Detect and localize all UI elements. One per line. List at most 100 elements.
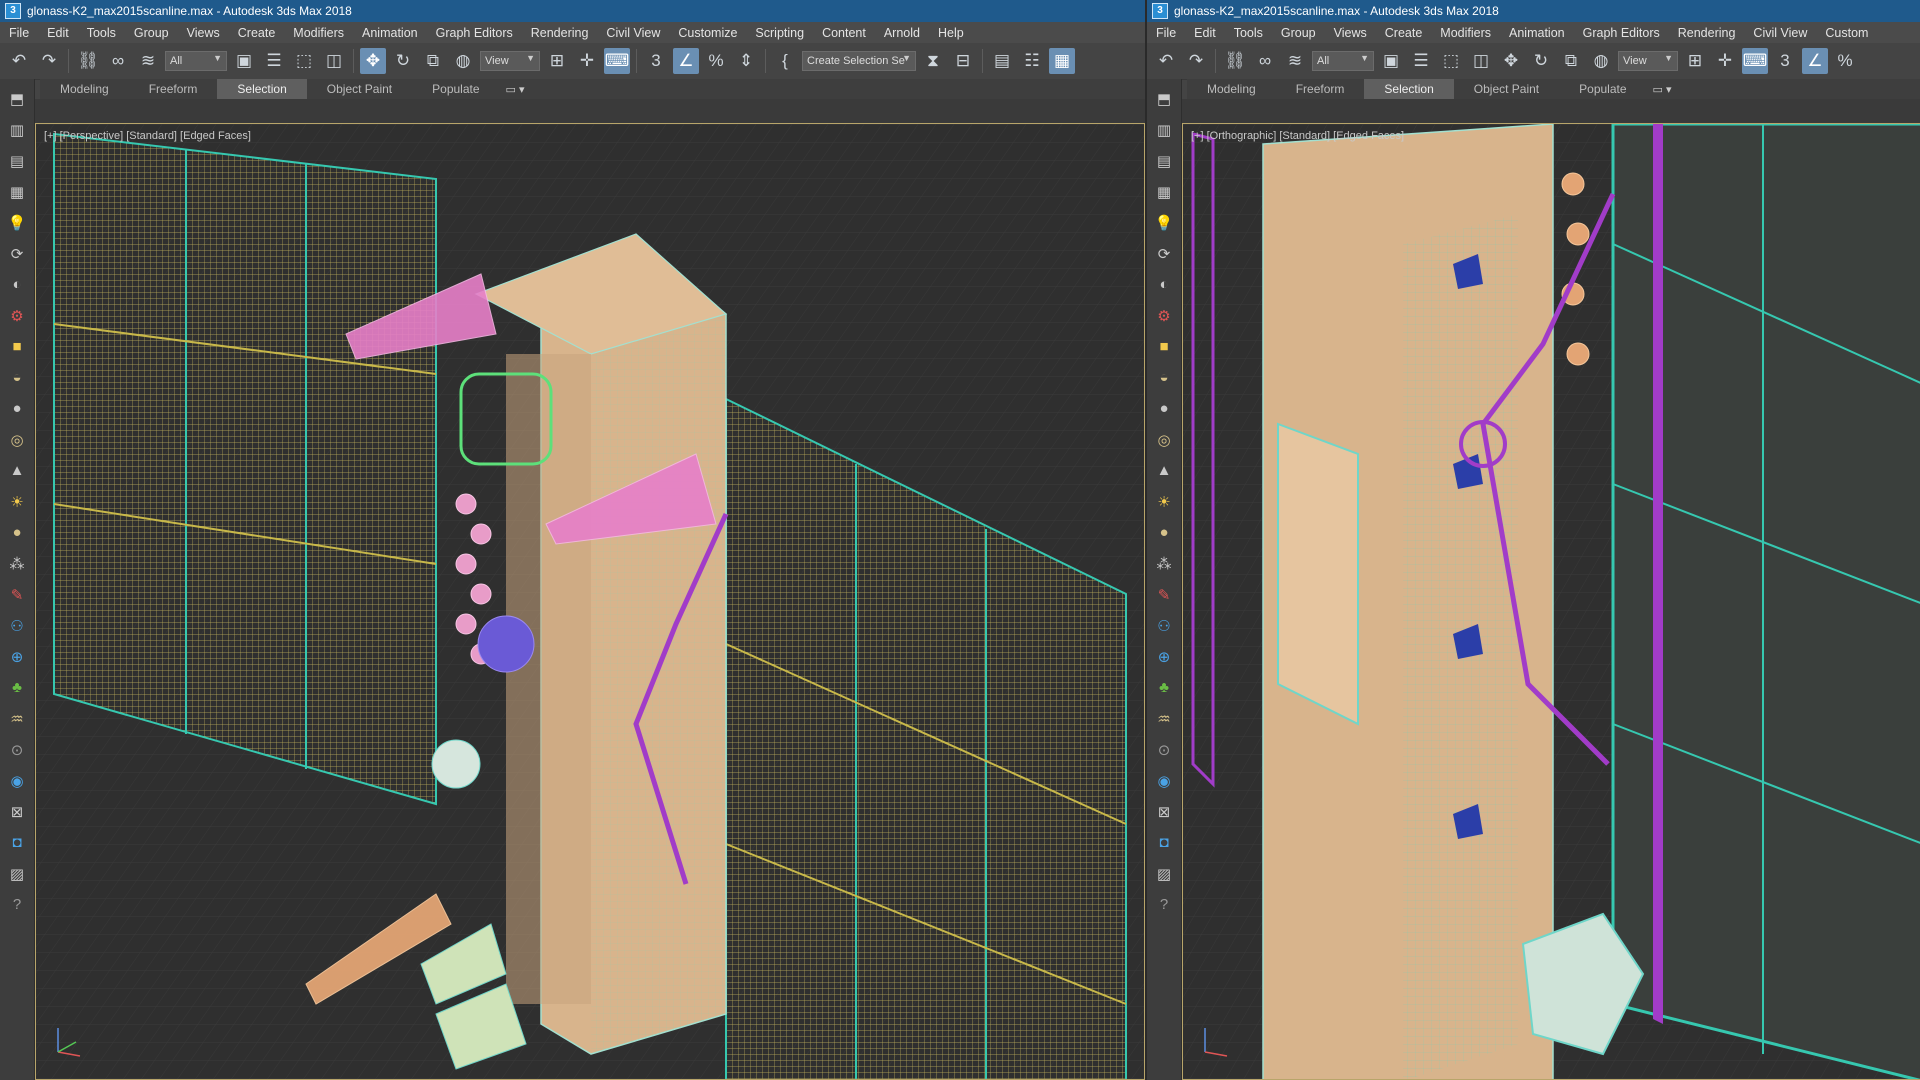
- light-icon[interactable]: 💡: [1152, 209, 1176, 236]
- viewport-label[interactable]: [+] [Perspective] [Standard] [Edged Face…: [44, 130, 251, 142]
- particle-icon[interactable]: ⁂: [1152, 550, 1176, 577]
- menu-rendering[interactable]: Rendering: [1669, 26, 1745, 40]
- camera-pan-icon[interactable]: ⚙: [1152, 302, 1176, 329]
- scale-icon[interactable]: ⧉: [420, 48, 446, 74]
- select-object-icon[interactable]: ▣: [1378, 48, 1404, 74]
- foliage-icon[interactable]: ♣: [1152, 674, 1176, 701]
- menu-civil-view[interactable]: Civil View: [597, 26, 669, 40]
- sphere-icon[interactable]: ◒: [1152, 364, 1176, 391]
- viewport-label[interactable]: [+] [Orthographic] [Standard] [Edged Fac…: [1191, 130, 1404, 142]
- menu-graph-editors[interactable]: Graph Editors: [1574, 26, 1669, 40]
- unlink-icon[interactable]: ∞: [105, 48, 131, 74]
- undo-icon[interactable]: ↶: [1153, 48, 1179, 74]
- camera-dolly-icon[interactable]: ◐: [1152, 271, 1176, 298]
- reference-coordinate-dropdown[interactable]: View ▼: [1618, 51, 1678, 71]
- redo-icon[interactable]: ↷: [36, 48, 62, 74]
- geosphere-icon[interactable]: ●: [5, 519, 29, 546]
- use-pivot-icon[interactable]: ⊞: [1682, 48, 1708, 74]
- orthographic-viewport[interactable]: [+] [Orthographic] [Standard] [Edged Fac…: [1182, 123, 1920, 1080]
- bone-icon[interactable]: ✎: [1152, 581, 1176, 608]
- angle-snap-icon[interactable]: ∠: [1802, 48, 1828, 74]
- spinner-snap-icon[interactable]: ⇕: [733, 48, 759, 74]
- bind-space-warp-icon[interactable]: ≋: [1282, 48, 1308, 74]
- select-and-link-icon[interactable]: ⛓: [1222, 48, 1248, 74]
- tab-object-paint[interactable]: Object Paint: [307, 82, 412, 96]
- layer-explorer-icon[interactable]: ☷: [1019, 48, 1045, 74]
- cone-icon[interactable]: ▲: [5, 457, 29, 484]
- menu-rendering[interactable]: Rendering: [522, 26, 598, 40]
- torus-icon[interactable]: ◎: [5, 426, 29, 453]
- window-crossing-icon[interactable]: ◫: [1468, 48, 1494, 74]
- menu-customize[interactable]: Custom: [1816, 26, 1877, 40]
- menu-animation[interactable]: Animation: [1500, 26, 1574, 40]
- menu-views[interactable]: Views: [1325, 26, 1376, 40]
- unlink-icon[interactable]: ∞: [1252, 48, 1278, 74]
- menu-edit[interactable]: Edit: [1185, 26, 1225, 40]
- select-place-icon[interactable]: ◍: [450, 48, 476, 74]
- sphere-icon[interactable]: ◒: [5, 364, 29, 391]
- move-icon[interactable]: ✥: [1498, 48, 1524, 74]
- angle-snap-icon[interactable]: ∠: [673, 48, 699, 74]
- select-by-name-icon[interactable]: ☰: [261, 48, 287, 74]
- keyboard-shortcut-icon[interactable]: ⌨: [1742, 48, 1768, 74]
- window-crossing-icon[interactable]: ◫: [321, 48, 347, 74]
- sun-icon[interactable]: ☀: [5, 488, 29, 515]
- sphere-gizmo-icon[interactable]: ◉: [1152, 767, 1176, 794]
- menu-customize[interactable]: Customize: [669, 26, 746, 40]
- container-icon[interactable]: ⊠: [5, 798, 29, 825]
- ribbon-options-icon[interactable]: ▭ ▾: [1653, 83, 1672, 96]
- select-place-icon[interactable]: ◍: [1588, 48, 1614, 74]
- tab-modeling[interactable]: Modeling: [40, 82, 129, 96]
- globe-icon[interactable]: ⊕: [1152, 643, 1176, 670]
- snaps-toggle-icon[interactable]: 3: [643, 48, 669, 74]
- select-by-name-icon[interactable]: ☰: [1408, 48, 1434, 74]
- layers-icon[interactable]: ▨: [5, 860, 29, 887]
- ribbon-toggle-icon[interactable]: ▦: [1049, 48, 1075, 74]
- menu-edit[interactable]: Edit: [38, 26, 78, 40]
- tab-modeling[interactable]: Modeling: [1187, 82, 1276, 96]
- camera-orbit-icon[interactable]: ⟳: [5, 240, 29, 267]
- sphere-gizmo-icon[interactable]: ◉: [5, 767, 29, 794]
- edit-named-selection-icon[interactable]: {: [772, 48, 798, 74]
- rotate-icon[interactable]: ↻: [1528, 48, 1554, 74]
- menu-modifiers[interactable]: Modifiers: [1431, 26, 1500, 40]
- perspective-viewport[interactable]: [+] [Perspective] [Standard] [Edged Face…: [35, 123, 1145, 1080]
- arnold-icon[interactable]: ◘: [5, 829, 29, 856]
- menu-content[interactable]: Content: [813, 26, 875, 40]
- layers-icon[interactable]: ▨: [1152, 860, 1176, 887]
- rotate-icon[interactable]: ↻: [390, 48, 416, 74]
- keyboard-shortcut-icon[interactable]: ⌨: [604, 48, 630, 74]
- rendered-frame-icon[interactable]: ▤: [1152, 147, 1176, 174]
- percent-snap-icon[interactable]: %: [703, 48, 729, 74]
- nitrous-icon[interactable]: ⊙: [5, 736, 29, 763]
- globe-icon[interactable]: ⊕: [5, 643, 29, 670]
- render-setup-icon[interactable]: ▥: [5, 116, 29, 143]
- menu-arnold[interactable]: Arnold: [875, 26, 929, 40]
- render-setup-icon[interactable]: ▥: [1152, 116, 1176, 143]
- nitrous-icon[interactable]: ⊙: [1152, 736, 1176, 763]
- menu-modifiers[interactable]: Modifiers: [284, 26, 353, 40]
- cone-icon[interactable]: ▲: [1152, 457, 1176, 484]
- menu-group[interactable]: Group: [125, 26, 178, 40]
- container-icon[interactable]: ⊠: [1152, 798, 1176, 825]
- select-object-icon[interactable]: ▣: [231, 48, 257, 74]
- select-and-link-icon[interactable]: ⛓: [75, 48, 101, 74]
- viewport-layouts-icon[interactable]: ⬒: [5, 85, 29, 112]
- align-icon[interactable]: ⊟: [950, 48, 976, 74]
- box-icon[interactable]: ■: [5, 333, 29, 360]
- particle-icon[interactable]: ⁂: [5, 550, 29, 577]
- menu-create[interactable]: Create: [229, 26, 285, 40]
- selection-filter-dropdown[interactable]: All ▼: [165, 51, 227, 71]
- cylinder-icon[interactable]: ●: [1152, 395, 1176, 422]
- menu-group[interactable]: Group: [1272, 26, 1325, 40]
- hair-icon[interactable]: ♒: [5, 705, 29, 732]
- menu-create[interactable]: Create: [1376, 26, 1432, 40]
- camera-dolly-icon[interactable]: ◐: [5, 271, 29, 298]
- help-icon[interactable]: ?: [1152, 891, 1176, 918]
- select-manipulate-icon[interactable]: ✛: [1712, 48, 1738, 74]
- snaps-toggle-icon[interactable]: 3: [1772, 48, 1798, 74]
- light-icon[interactable]: 💡: [5, 209, 29, 236]
- ribbon-options-icon[interactable]: ▭ ▾: [506, 83, 525, 96]
- material-editor-icon[interactable]: ▦: [1152, 178, 1176, 205]
- menu-tools[interactable]: Tools: [1225, 26, 1272, 40]
